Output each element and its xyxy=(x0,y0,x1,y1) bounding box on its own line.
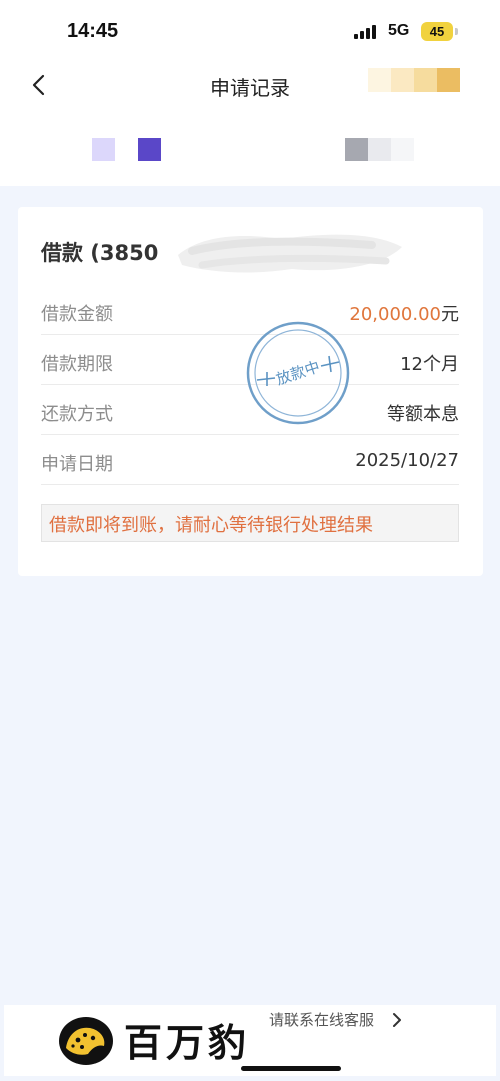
amount-value: 20,000.00元 xyxy=(349,300,459,326)
status-bar: 14:45 5G 45 xyxy=(0,0,500,62)
amount-number: 20,000.00 xyxy=(349,304,441,325)
chevron-right-icon[interactable] xyxy=(391,1011,403,1029)
redaction-scribble xyxy=(178,234,402,273)
term-label: 借款期限 xyxy=(41,354,113,375)
apply-date-value: 2025/10/27 xyxy=(355,450,459,471)
term-value: 12个月 xyxy=(400,354,459,375)
leopard-logo-icon xyxy=(59,1017,113,1065)
repay-method-value: 等额本息 xyxy=(387,404,459,425)
battery-tip xyxy=(455,28,458,35)
row-apply-date: 申请日期 2025/10/27 xyxy=(41,435,459,485)
network-label: 5G xyxy=(388,22,410,39)
record-card[interactable]: 借款 (3850 借款金额 20,000.00元 借款期限 12个月 还款方式 … xyxy=(18,207,483,576)
blurred-action[interactable] xyxy=(368,68,460,92)
status-notice: 借款即将到账，请耐心等待银行处理结果 xyxy=(41,504,459,542)
home-indicator xyxy=(241,1066,341,1071)
brand-logo-text: 百万豹 xyxy=(124,1020,251,1065)
repay-method-label: 还款方式 xyxy=(41,404,113,425)
status-stamp: 放款中 xyxy=(246,321,350,425)
record-title: 借款 (3850 xyxy=(41,241,159,265)
amount-label: 借款金额 xyxy=(41,304,113,325)
battery-icon: 45 xyxy=(421,22,453,41)
contact-service-link[interactable]: 请联系在线客服 xyxy=(269,1009,374,1030)
signal-icon xyxy=(354,25,378,39)
stamp-text: 放款中 xyxy=(274,357,322,388)
status-time: 14:45 xyxy=(67,20,119,42)
amount-unit: 元 xyxy=(441,304,459,325)
apply-date-label: 申请日期 xyxy=(41,454,113,475)
